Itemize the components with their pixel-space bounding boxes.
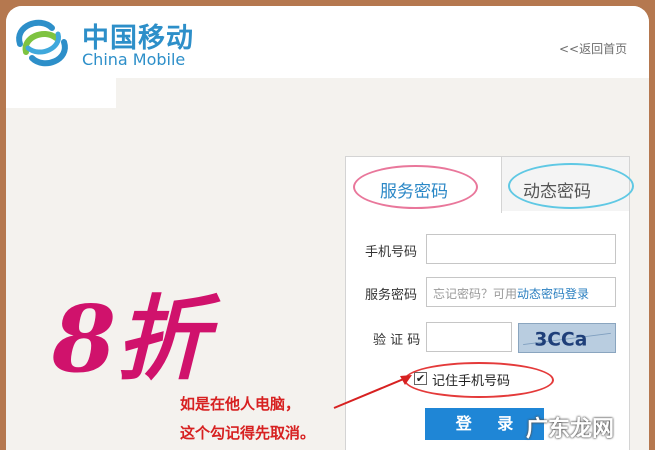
captcha-input[interactable]	[426, 322, 512, 352]
captcha-label: 验 证 码	[373, 333, 421, 348]
back-to-home-link[interactable]: <<返回首页	[559, 40, 627, 57]
remember-phone-label: 记住手机号码	[432, 374, 511, 389]
page-frame: 中国移动 China Mobile <<返回首页 8折 服务密码 动态密码 手机…	[6, 6, 649, 450]
password-input[interactable]: 忘记密码？可用动态密码登录	[426, 277, 616, 307]
china-mobile-logo-icon	[16, 19, 68, 67]
tab-service-password-label: 服务密码	[380, 182, 448, 202]
phone-label: 手机号码	[365, 245, 418, 260]
promo-text: 8折	[51, 285, 221, 393]
warning-annotation: 如是在他人电脑， 这个勾记得先取消。	[180, 390, 315, 448]
captcha-image-text: 3CCa	[534, 329, 587, 350]
tab-dynamic-password-label: 动态密码	[523, 182, 591, 202]
phone-input[interactable]	[426, 234, 616, 264]
brand-name-english: China Mobile	[82, 50, 186, 69]
annotation-line-2: 这个勾记得先取消。	[180, 424, 316, 442]
tab-service-password[interactable]: 服务密码	[346, 157, 502, 213]
remember-phone-row: ✔ 记住手机号码	[414, 369, 544, 389]
captcha-image[interactable]: 3CCa	[518, 323, 616, 353]
annotation-arrow-icon	[333, 375, 412, 409]
site-watermark: 广东龙网	[526, 417, 615, 442]
annotation-line-1: 如是在他人电脑，	[180, 395, 301, 413]
dynamic-password-login-link[interactable]: 动态密码登录	[517, 287, 589, 301]
tab-dynamic-password[interactable]: 动态密码	[503, 157, 629, 211]
header-extension	[6, 78, 116, 108]
password-label: 服务密码	[365, 288, 418, 303]
site-header: 中国移动 China Mobile <<返回首页	[6, 6, 649, 78]
password-hint: 忘记密码？可用	[433, 287, 518, 301]
promo-80-percent-off-graphic: 8折	[51, 285, 221, 393]
